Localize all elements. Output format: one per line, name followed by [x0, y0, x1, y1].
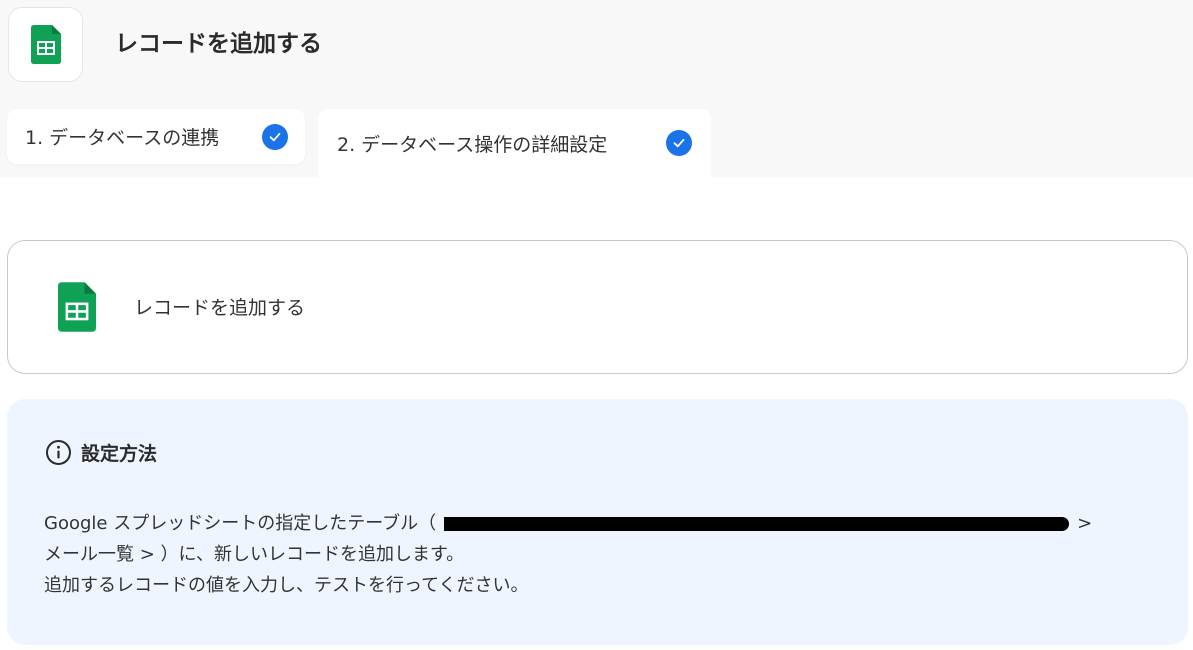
tab-label: 2. データベース操作の詳細設定	[337, 133, 608, 156]
info-line-2: メール一覧 > ）に、新しいレコードを追加します。	[44, 544, 465, 565]
info-title: 設定方法	[81, 443, 158, 465]
tab-database-connection[interactable]: 1. データベースの連携	[7, 109, 305, 164]
tab-label: 1. データベースの連携	[25, 127, 220, 149]
redacted-block	[444, 517, 1070, 531]
info-box: 設定方法 Google スプレッドシートの指定したテーブル（ > メール一覧 > …	[7, 399, 1188, 645]
info-line-1-before: Google スプレッドシートの指定したテーブル（	[44, 513, 437, 534]
info-line-1-after: >	[1077, 513, 1093, 534]
info-line-3: 追加するレコードの値を入力し、テストを行ってください。	[44, 575, 529, 596]
check-icon	[262, 123, 288, 150]
info-line-1: Google スプレッドシートの指定したテーブル（ >	[44, 508, 1154, 539]
google-sheets-icon	[58, 282, 96, 332]
check-icon	[666, 130, 692, 156]
action-label: レコードを追加する	[134, 297, 306, 319]
header-area: レコードを追加する 1. データベースの連携 2. データベース操作の詳細設定	[0, 0, 1193, 177]
app-icon-tile	[8, 7, 83, 82]
info-icon	[46, 440, 71, 465]
info-description: Google スプレッドシートの指定したテーブル（ > メール一覧 > ）に、新し…	[44, 508, 1154, 601]
info-header: 設定方法	[45, 439, 157, 466]
google-sheets-icon	[30, 25, 61, 64]
page-title: レコードを追加する	[115, 31, 322, 57]
action-card[interactable]: レコードを追加する	[7, 240, 1188, 374]
tab-database-operation-settings[interactable]: 2. データベース操作の詳細設定	[318, 109, 711, 177]
